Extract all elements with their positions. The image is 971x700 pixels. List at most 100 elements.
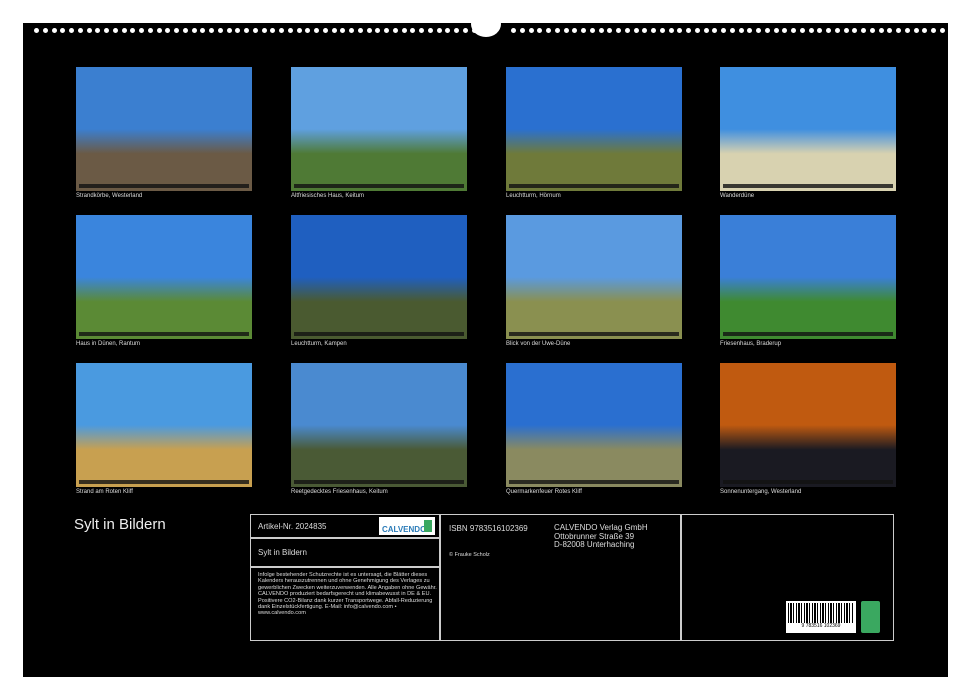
photo-5 bbox=[76, 215, 252, 339]
binding-hole bbox=[340, 28, 345, 33]
binding-hole bbox=[625, 28, 630, 33]
binding-hole bbox=[410, 28, 415, 33]
binding-hole bbox=[564, 28, 569, 33]
photo-2 bbox=[291, 67, 467, 191]
calendar-strip bbox=[509, 480, 679, 484]
binding-hole bbox=[130, 28, 135, 33]
photo-caption: Leuchtturm, Hörnum bbox=[506, 193, 561, 199]
binding-hole bbox=[634, 28, 639, 33]
binding-notch bbox=[471, 11, 501, 37]
binding-hole bbox=[756, 28, 761, 33]
binding-hole bbox=[520, 28, 525, 33]
binding-hole bbox=[323, 28, 328, 33]
eco-leaf-icon bbox=[861, 601, 880, 633]
binding-hole bbox=[642, 28, 647, 33]
binding-hole bbox=[572, 28, 577, 33]
calendar-strip bbox=[509, 184, 679, 188]
photo-1 bbox=[76, 67, 252, 191]
photo-4 bbox=[720, 67, 896, 191]
binding-hole bbox=[428, 28, 433, 33]
binding-hole bbox=[712, 28, 717, 33]
binding-hole bbox=[879, 28, 884, 33]
binding-hole bbox=[192, 28, 197, 33]
binding-hole bbox=[209, 28, 214, 33]
binding-hole bbox=[835, 28, 840, 33]
binding-hole bbox=[69, 28, 74, 33]
barcode: 9 783516 102369 bbox=[786, 601, 856, 633]
binding-hole bbox=[529, 28, 534, 33]
article-number: Artikel-Nr. 2024835 bbox=[258, 522, 326, 531]
legal-box: Infolge bestehender Schutzrechte ist es … bbox=[250, 567, 440, 641]
binding-hole bbox=[419, 28, 424, 33]
binding-hole bbox=[922, 28, 927, 33]
binding-hole bbox=[227, 28, 232, 33]
calendar-strip bbox=[509, 332, 679, 336]
binding-hole bbox=[782, 28, 787, 33]
binding-hole bbox=[590, 28, 595, 33]
binding-hole bbox=[358, 28, 363, 33]
binding-hole bbox=[43, 28, 48, 33]
calendar-strip bbox=[723, 332, 893, 336]
binding-hole bbox=[704, 28, 709, 33]
logo-text: CALVENDO bbox=[382, 525, 426, 534]
binding-hole bbox=[244, 28, 249, 33]
binding-hole bbox=[651, 28, 656, 33]
binding-hole bbox=[616, 28, 621, 33]
binding-hole bbox=[463, 28, 468, 33]
publisher-box: ISBN 9783516102369 © Frauke Scholz CALVE… bbox=[440, 514, 681, 641]
calvendo-logo: CALVENDO bbox=[379, 517, 435, 535]
binding-hole bbox=[349, 28, 354, 33]
calendar-title: Sylt in Bildern bbox=[74, 516, 166, 533]
binding-hole bbox=[905, 28, 910, 33]
title-box: Sylt in Bildern bbox=[250, 538, 440, 567]
binding-hole bbox=[537, 28, 542, 33]
binding-hole bbox=[809, 28, 814, 33]
binding-hole bbox=[52, 28, 57, 33]
product-name: Sylt in Bildern bbox=[258, 548, 307, 557]
binding-hole bbox=[887, 28, 892, 33]
binding-hole bbox=[914, 28, 919, 33]
binding-hole bbox=[599, 28, 604, 33]
binding-hole bbox=[78, 28, 83, 33]
calendar-strip bbox=[294, 184, 464, 188]
binding-hole bbox=[297, 28, 302, 33]
binding-hole bbox=[165, 28, 170, 33]
binding-hole bbox=[931, 28, 936, 33]
logo-mark-icon bbox=[424, 520, 432, 532]
photo-caption: Wanderdüne bbox=[720, 193, 754, 199]
binding-hole bbox=[157, 28, 162, 33]
binding-hole bbox=[581, 28, 586, 33]
photo-caption: Friesenhaus, Braderup bbox=[720, 341, 781, 347]
binding-hole bbox=[200, 28, 205, 33]
calendar-strip bbox=[79, 332, 249, 336]
binding-hole bbox=[695, 28, 700, 33]
binding-hole bbox=[402, 28, 407, 33]
photo-caption: Reetgedecktes Friesenhaus, Keitum bbox=[291, 489, 388, 495]
binding-hole bbox=[87, 28, 92, 33]
photo-caption: Sonnenuntergang, Westerland bbox=[720, 489, 801, 495]
binding-hole bbox=[270, 28, 275, 33]
binding-hole bbox=[437, 28, 442, 33]
calendar-strip bbox=[723, 480, 893, 484]
binding-hole bbox=[148, 28, 153, 33]
binding-hole bbox=[852, 28, 857, 33]
photo-3 bbox=[506, 67, 682, 191]
binding-hole bbox=[844, 28, 849, 33]
binding-hole bbox=[669, 28, 674, 33]
isbn: ISBN 9783516102369 bbox=[449, 524, 528, 533]
calendar-strip bbox=[723, 184, 893, 188]
photo-caption: Quermarkenfeuer Rotes Kliff bbox=[506, 489, 582, 495]
binding-hole bbox=[791, 28, 796, 33]
photo-10 bbox=[291, 363, 467, 487]
binding-hole bbox=[113, 28, 118, 33]
binding-hole bbox=[660, 28, 665, 33]
photo-6 bbox=[291, 215, 467, 339]
binding-hole bbox=[511, 28, 516, 33]
binding-hole bbox=[445, 28, 450, 33]
binding-hole bbox=[861, 28, 866, 33]
binding-hole bbox=[721, 28, 726, 33]
binding-hole bbox=[367, 28, 372, 33]
binding-hole bbox=[826, 28, 831, 33]
binding-hole bbox=[896, 28, 901, 33]
legal-text: Infolge bestehender Schutzrechte ist es … bbox=[258, 572, 438, 617]
